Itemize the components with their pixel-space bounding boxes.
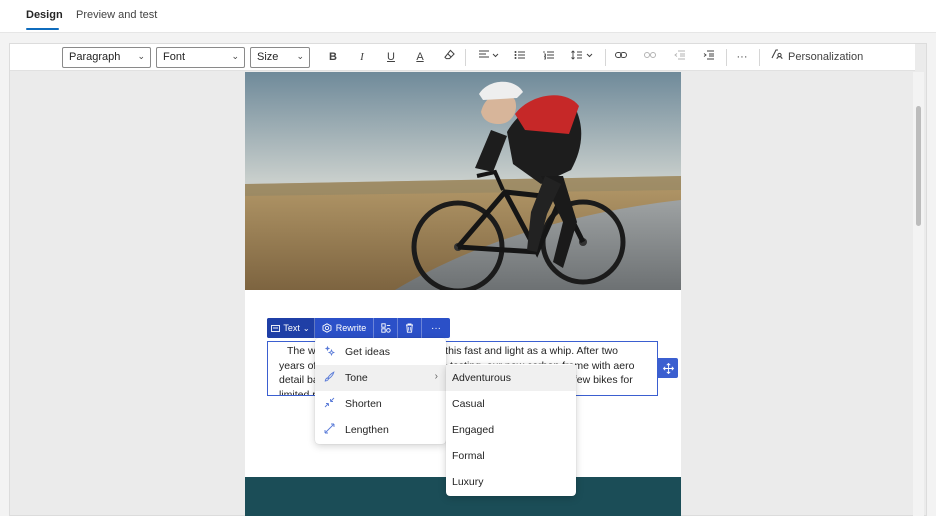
menu-item-label: Get ideas	[345, 346, 390, 358]
tone-option-casual[interactable]: Casual	[446, 391, 576, 417]
menu-item-label: Lengthen	[345, 424, 389, 436]
bold-button[interactable]: B	[326, 48, 340, 66]
line-spacing-icon[interactable]	[569, 48, 597, 66]
tone-option-label: Luxury	[452, 476, 484, 488]
toolbar-divider	[465, 49, 466, 66]
size-select-value: Size	[257, 51, 279, 63]
chevron-right-icon: ›	[434, 371, 438, 382]
underline-button[interactable]: U	[384, 48, 398, 66]
block-more-button[interactable]: ···	[422, 318, 450, 338]
blocks-icon	[380, 323, 391, 333]
rewrite-label: Rewrite	[335, 323, 367, 333]
paragraph-select-value: Paragraph	[69, 51, 121, 63]
link-icon[interactable]	[613, 48, 629, 66]
trash-icon	[406, 323, 413, 333]
save-block-button[interactable]	[374, 318, 398, 338]
delete-block-button[interactable]	[398, 318, 422, 338]
toolbar-divider	[726, 49, 727, 66]
font-select-value: Font	[163, 51, 186, 63]
tone-option-label: Casual	[452, 398, 485, 410]
tone-option-label: Engaged	[452, 424, 495, 436]
bulleted-list-icon[interactable]	[512, 48, 526, 66]
tone-option-formal[interactable]: Formal	[446, 443, 576, 469]
chevron-down-icon: ⌄	[296, 51, 304, 61]
tone-submenu: Adventurous Casual Engaged Formal Luxury	[446, 364, 576, 496]
sparkle-icon	[322, 345, 336, 359]
decrease-indent-icon[interactable]	[671, 48, 687, 66]
block-type-text-button[interactable]: Text ⌄	[267, 318, 315, 338]
top-tab-bar: Design Preview and test	[0, 0, 936, 33]
chevron-down-icon: ⌄	[137, 51, 145, 61]
tone-option-luxury[interactable]: Luxury	[446, 469, 576, 495]
move-handle-icon[interactable]	[658, 358, 678, 378]
menu-item-tone[interactable]: Tone ›	[315, 365, 446, 391]
menu-item-label: Shorten	[345, 398, 382, 410]
chevron-down-icon: ⌄	[302, 323, 310, 333]
tab-preview-and-test[interactable]: Preview and test	[76, 9, 157, 21]
rewrite-button[interactable]: Rewrite	[315, 318, 374, 338]
scrollbar-thumb[interactable]	[916, 106, 921, 226]
personalization-icon[interactable]	[769, 48, 785, 66]
rewrite-menu: Get ideas Tone › Shorten Lengthen	[315, 338, 446, 444]
text-block-toolbar: Text ⌄ Rewrite ···	[267, 318, 450, 338]
size-select[interactable]: Size ⌄	[250, 47, 310, 68]
expand-arrows-icon	[322, 423, 336, 437]
menu-item-shorten[interactable]: Shorten	[315, 391, 446, 417]
italic-button[interactable]: I	[355, 48, 369, 66]
active-tab-indicator	[26, 28, 59, 30]
menu-item-label: Tone	[345, 372, 368, 384]
font-color-button[interactable]: A	[413, 48, 427, 66]
vertical-scrollbar[interactable]	[913, 72, 924, 516]
hero-image-cyclist[interactable]	[245, 72, 681, 290]
paint-brush-icon	[322, 371, 336, 385]
block-type-label: Text	[283, 323, 300, 333]
tone-option-engaged[interactable]: Engaged	[446, 417, 576, 443]
unlink-icon[interactable]	[642, 48, 658, 66]
copilot-rewrite-icon	[322, 323, 332, 333]
tone-option-label: Formal	[452, 450, 485, 462]
paragraph-select[interactable]: Paragraph ⌄	[62, 47, 151, 68]
formatting-toolbar: Paragraph ⌄ Font ⌄ Size ⌄ B I U A ··· Pe…	[10, 44, 915, 71]
tone-option-label: Adventurous	[452, 372, 511, 384]
chevron-down-icon: ⌄	[231, 51, 239, 61]
tone-option-adventurous[interactable]: Adventurous	[446, 365, 576, 391]
more-options-button[interactable]: ···	[734, 48, 750, 66]
personalization-button[interactable]: Personalization	[788, 48, 878, 66]
font-select[interactable]: Font ⌄	[156, 47, 245, 68]
tab-design[interactable]: Design	[26, 9, 63, 21]
menu-item-get-ideas[interactable]: Get ideas	[315, 339, 446, 365]
align-left-icon[interactable]	[476, 48, 502, 66]
numbered-list-icon[interactable]	[541, 48, 555, 66]
increase-indent-icon[interactable]	[700, 48, 716, 66]
collapse-arrows-icon	[322, 397, 336, 411]
eraser-icon[interactable]	[441, 48, 457, 66]
menu-item-lengthen[interactable]: Lengthen	[315, 417, 446, 443]
text-block-icon	[271, 324, 281, 332]
toolbar-divider	[605, 49, 606, 66]
toolbar-divider	[759, 49, 760, 66]
